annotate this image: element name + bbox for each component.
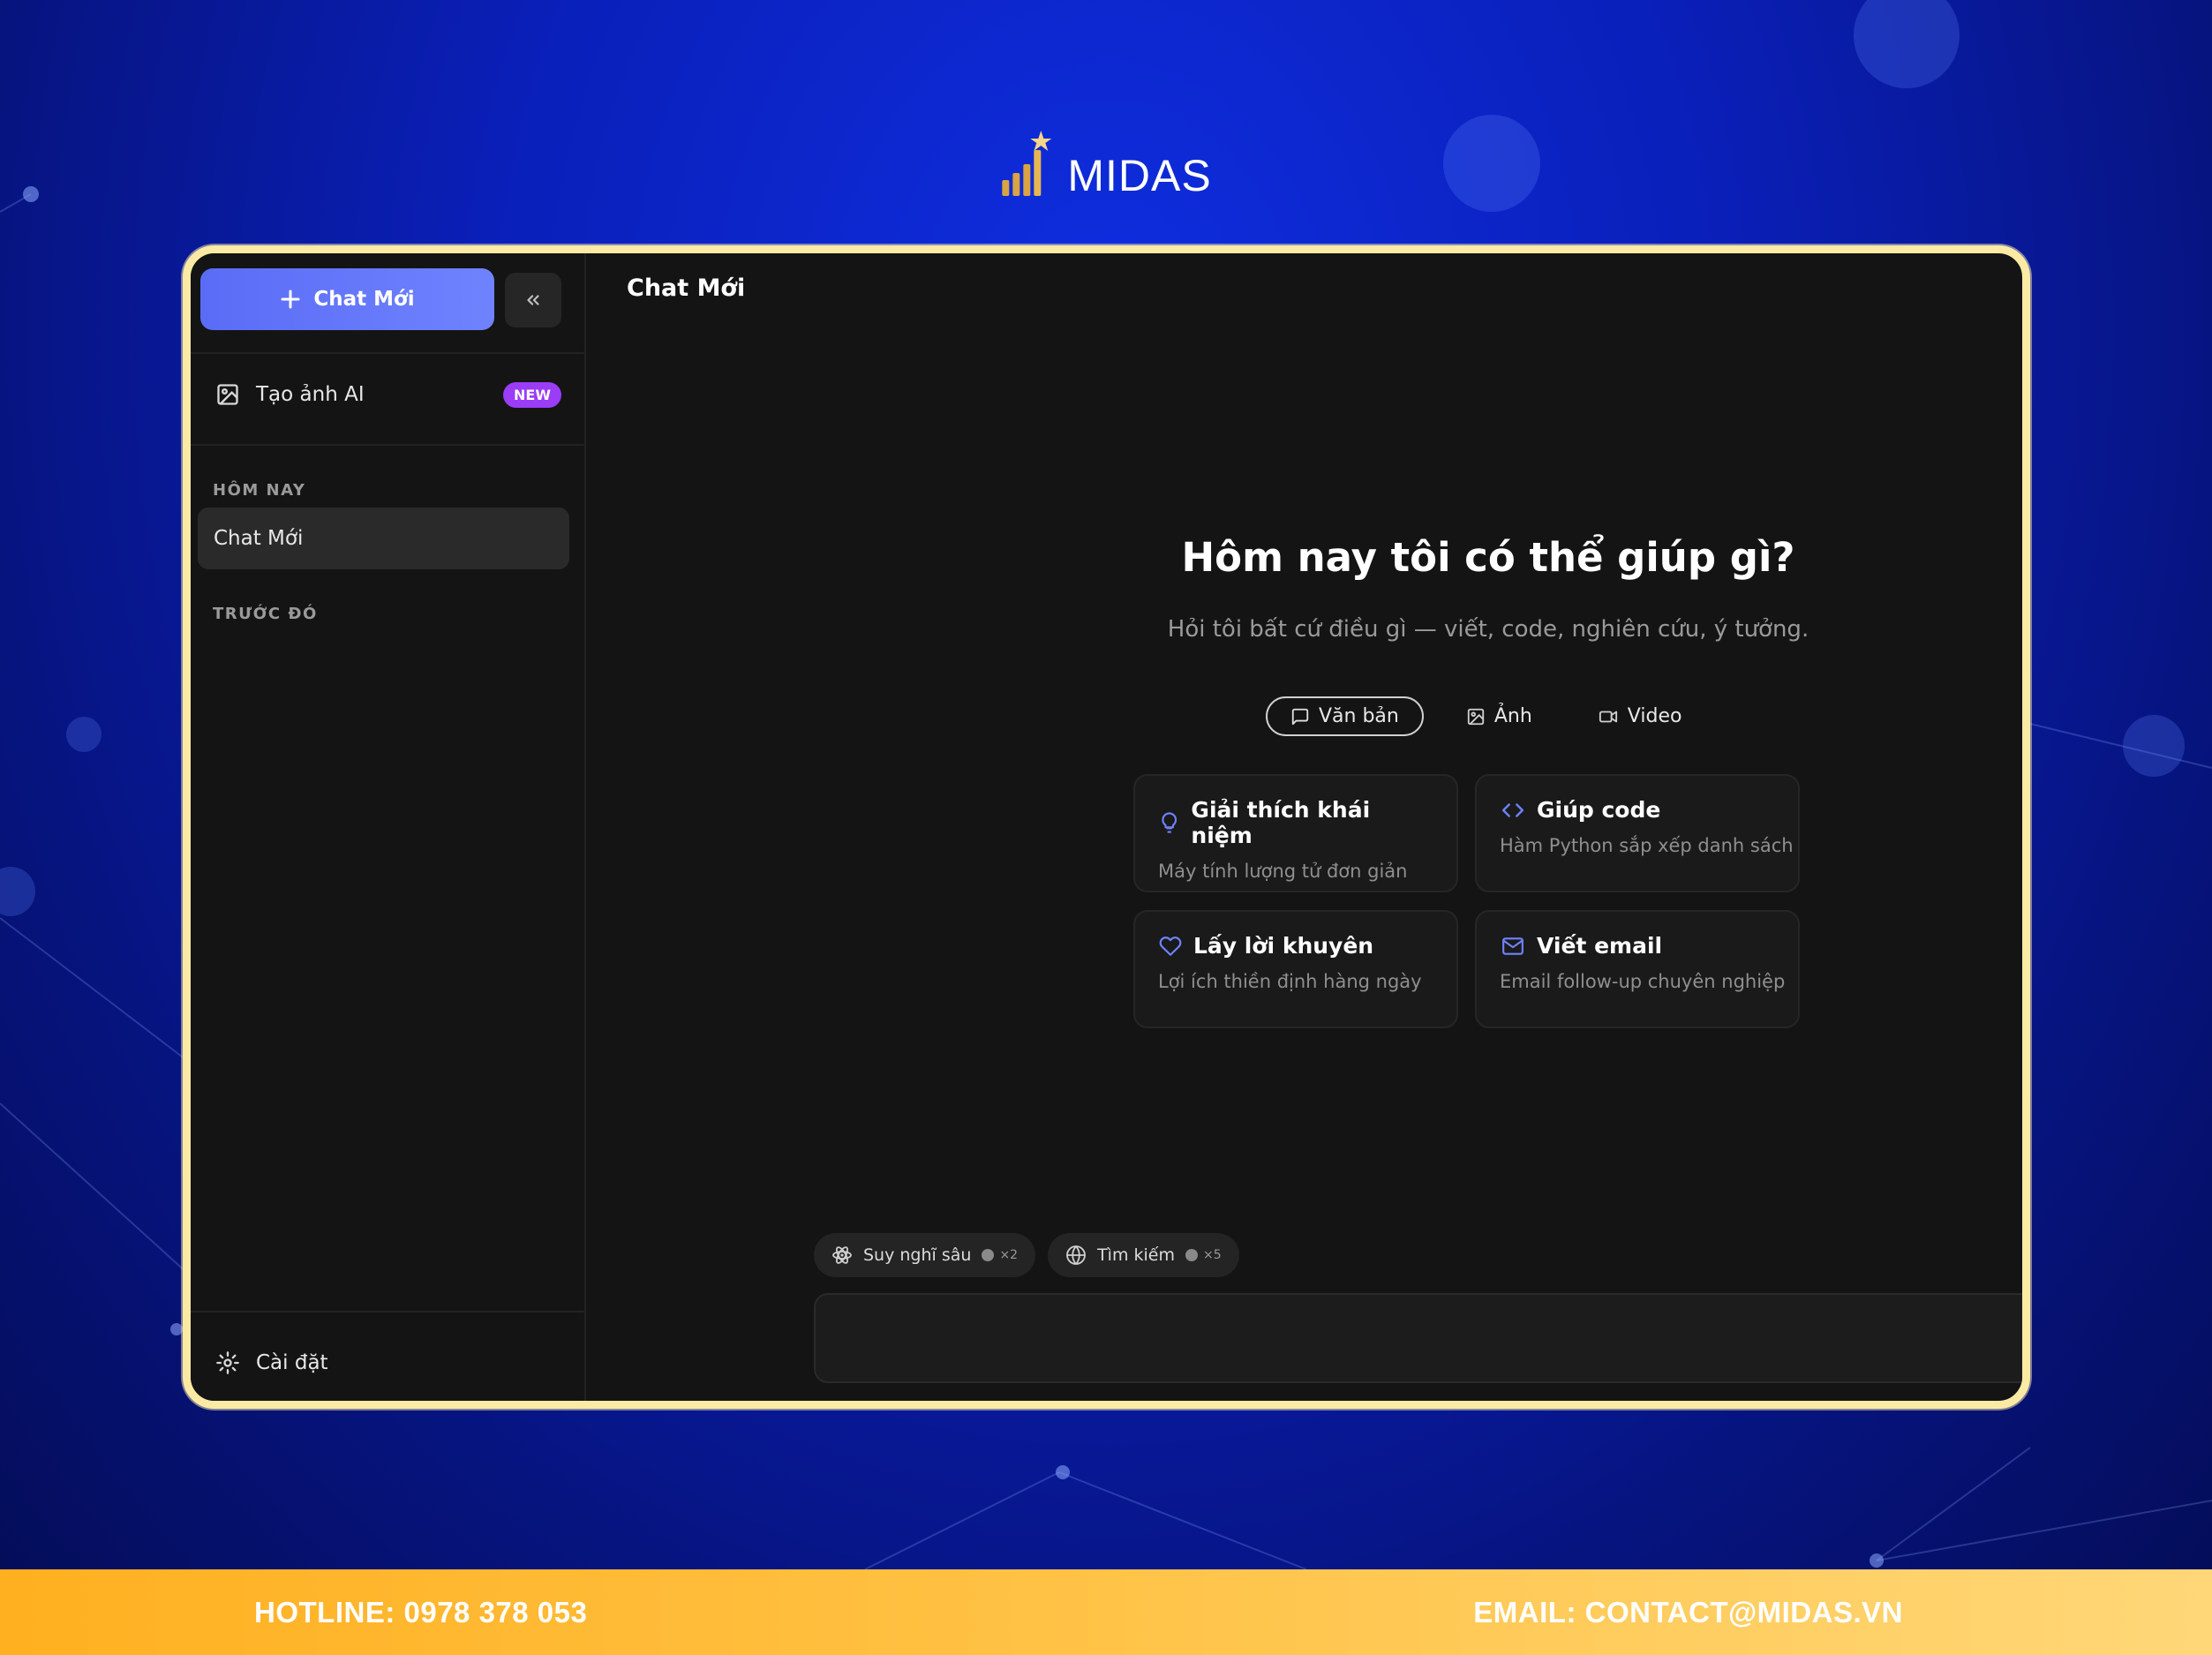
message-input[interactable]	[814, 1293, 2022, 1383]
cost-multiplier: ×2	[999, 1248, 1019, 1262]
mode-tabs: Văn bản Ảnh Video	[1266, 696, 1704, 736]
heart-icon	[1159, 936, 1182, 956]
suggestion-card-code[interactable]: Giúp code Hàm Python sắp xếp danh sách	[1475, 774, 1800, 892]
chat-history-item-label: Chat Mới	[214, 527, 304, 550]
message-square-icon	[1291, 708, 1309, 725]
deep-think-label: Suy nghĩ sâu	[863, 1245, 972, 1265]
tab-text-label: Văn bản	[1319, 705, 1399, 727]
image-icon	[217, 384, 238, 405]
divider	[191, 352, 586, 354]
suggestion-subtitle: Máy tính lượng tử đơn giản	[1158, 861, 1408, 882]
collapse-sidebar-button[interactable]	[505, 273, 561, 327]
email-text: EMAIL: CONTACT@MIDAS.VN	[1473, 1595, 1903, 1629]
status-dot	[982, 1249, 995, 1261]
ai-image-label: Tạo ảnh AI	[256, 383, 365, 406]
status-dot	[1185, 1249, 1198, 1261]
suggestion-subtitle: Email follow-up chuyên nghiệp	[1500, 971, 1786, 992]
brand-name: MIDAS	[1067, 151, 1212, 200]
search-toggle[interactable]: Tìm kiếm ×5	[1048, 1233, 1239, 1277]
new-chat-label: Chat Mới	[313, 288, 415, 311]
section-previous-label: TRƯỚC ĐÓ	[213, 605, 318, 623]
suggestion-title: Giải thích khái niệm	[1191, 797, 1371, 848]
plus-icon	[281, 290, 300, 309]
suggestion-title: Lấy lời khuyên	[1193, 933, 1374, 959]
hero-title: Hôm nay tôi có thể giúp gì?	[1181, 534, 1795, 581]
tab-video-label: Video	[1627, 705, 1682, 727]
lightbulb-icon	[1162, 812, 1177, 833]
tab-video[interactable]: Video	[1575, 698, 1705, 734]
suggestion-title: Giúp code	[1537, 797, 1661, 823]
deep-think-toggle[interactable]: Suy nghĩ sâu ×2	[814, 1233, 1036, 1277]
search-label: Tìm kiếm	[1097, 1245, 1175, 1265]
chat-history-item[interactable]: Chat Mới	[198, 508, 569, 569]
gear-icon	[216, 1351, 239, 1374]
option-chips: Suy nghĩ sâu ×2 Tìm kiếm ×5	[814, 1233, 1239, 1277]
video-icon	[1599, 711, 1617, 722]
cost-multiplier: ×5	[1203, 1248, 1222, 1262]
divider	[191, 444, 586, 446]
mail-icon	[1502, 937, 1524, 955]
atom-icon	[832, 1246, 852, 1264]
suggestion-card-explain[interactable]: Giải thích khái niệm Máy tính lượng tử đ…	[1133, 774, 1458, 892]
chevrons-left-icon	[527, 295, 539, 305]
page-title: Chat Mới	[627, 275, 746, 302]
tab-image-label: Ảnh	[1493, 705, 1532, 727]
new-badge: NEW	[503, 381, 561, 408]
divider	[191, 1311, 586, 1313]
suggestion-title: Viết email	[1537, 933, 1663, 959]
hero-subtitle: Hỏi tôi bất cứ điều gì — viết, code, ngh…	[1167, 616, 1809, 643]
contact-footer: HOTLINE: 0978 378 053 EMAIL: CONTACT@MID…	[0, 1569, 2212, 1655]
globe-icon	[1066, 1245, 1086, 1265]
tab-image[interactable]: Ảnh	[1443, 698, 1555, 734]
app-window: Chat Mới Tạo ảnh AI NEW HÔM NAY Chat Mới…	[183, 245, 2030, 1409]
section-today-label: HÔM NAY	[213, 481, 306, 500]
suggestion-card-advice[interactable]: Lấy lời khuyên Lợi ích thiền định hàng n…	[1133, 910, 1458, 1028]
suggestion-subtitle: Lợi ích thiền định hàng ngày	[1158, 971, 1422, 992]
code-icon	[1501, 802, 1524, 817]
new-chat-button[interactable]: Chat Mới	[200, 268, 494, 330]
ai-image-link[interactable]: Tạo ảnh AI NEW	[215, 377, 561, 412]
midas-logo-icon	[1002, 131, 1052, 196]
suggestion-subtitle: Hàm Python sắp xếp danh sách	[1500, 835, 1794, 856]
image-icon	[1467, 708, 1485, 725]
tab-text[interactable]: Văn bản	[1266, 696, 1424, 736]
hotline-text: HOTLINE: 0978 378 053	[254, 1595, 588, 1629]
sidebar: Chat Mới Tạo ảnh AI NEW HÔM NAY Chat Mới…	[191, 253, 586, 1401]
settings-button[interactable]: Cài đặt	[215, 1350, 328, 1375]
brand-logo: MIDAS	[1000, 131, 1211, 198]
settings-label: Cài đặt	[256, 1351, 328, 1374]
suggestion-card-email[interactable]: Viết email Email follow-up chuyên nghiệp	[1475, 910, 1800, 1028]
